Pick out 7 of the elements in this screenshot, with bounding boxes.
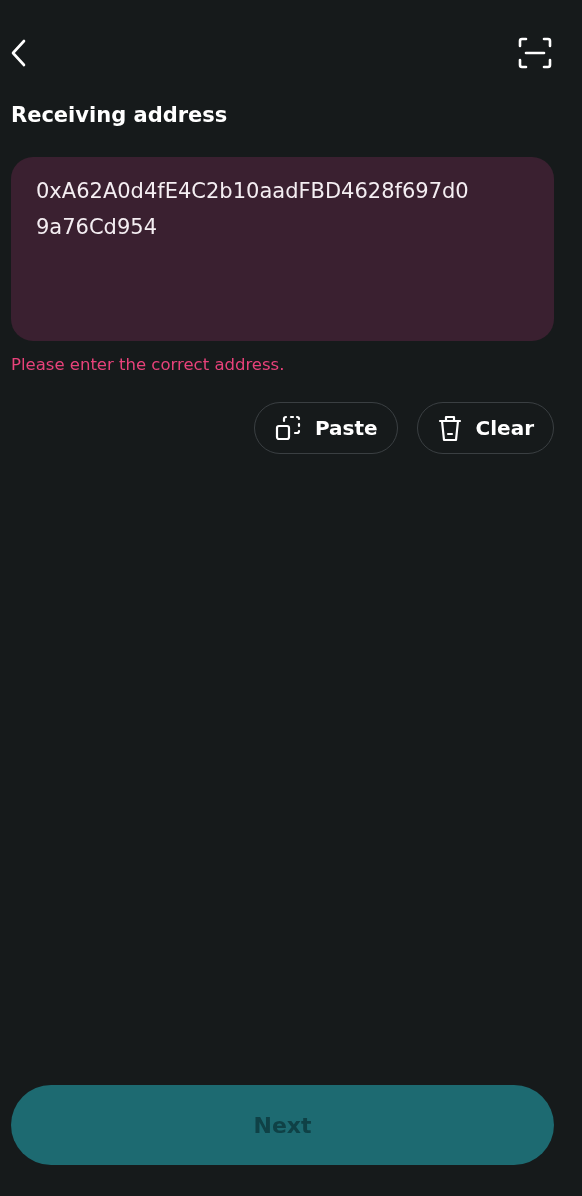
- back-icon[interactable]: [10, 39, 26, 67]
- address-field[interactable]: 0xA62A0d4fE4C2b10aadFBD4628f697d09a76Cd954: [11, 157, 554, 341]
- paste-icon: [274, 415, 301, 441]
- trash-icon: [437, 414, 462, 442]
- error-message: Please enter the correct address.: [11, 355, 286, 374]
- scan-icon[interactable]: [518, 37, 552, 69]
- page-title: Receiving address: [11, 103, 229, 127]
